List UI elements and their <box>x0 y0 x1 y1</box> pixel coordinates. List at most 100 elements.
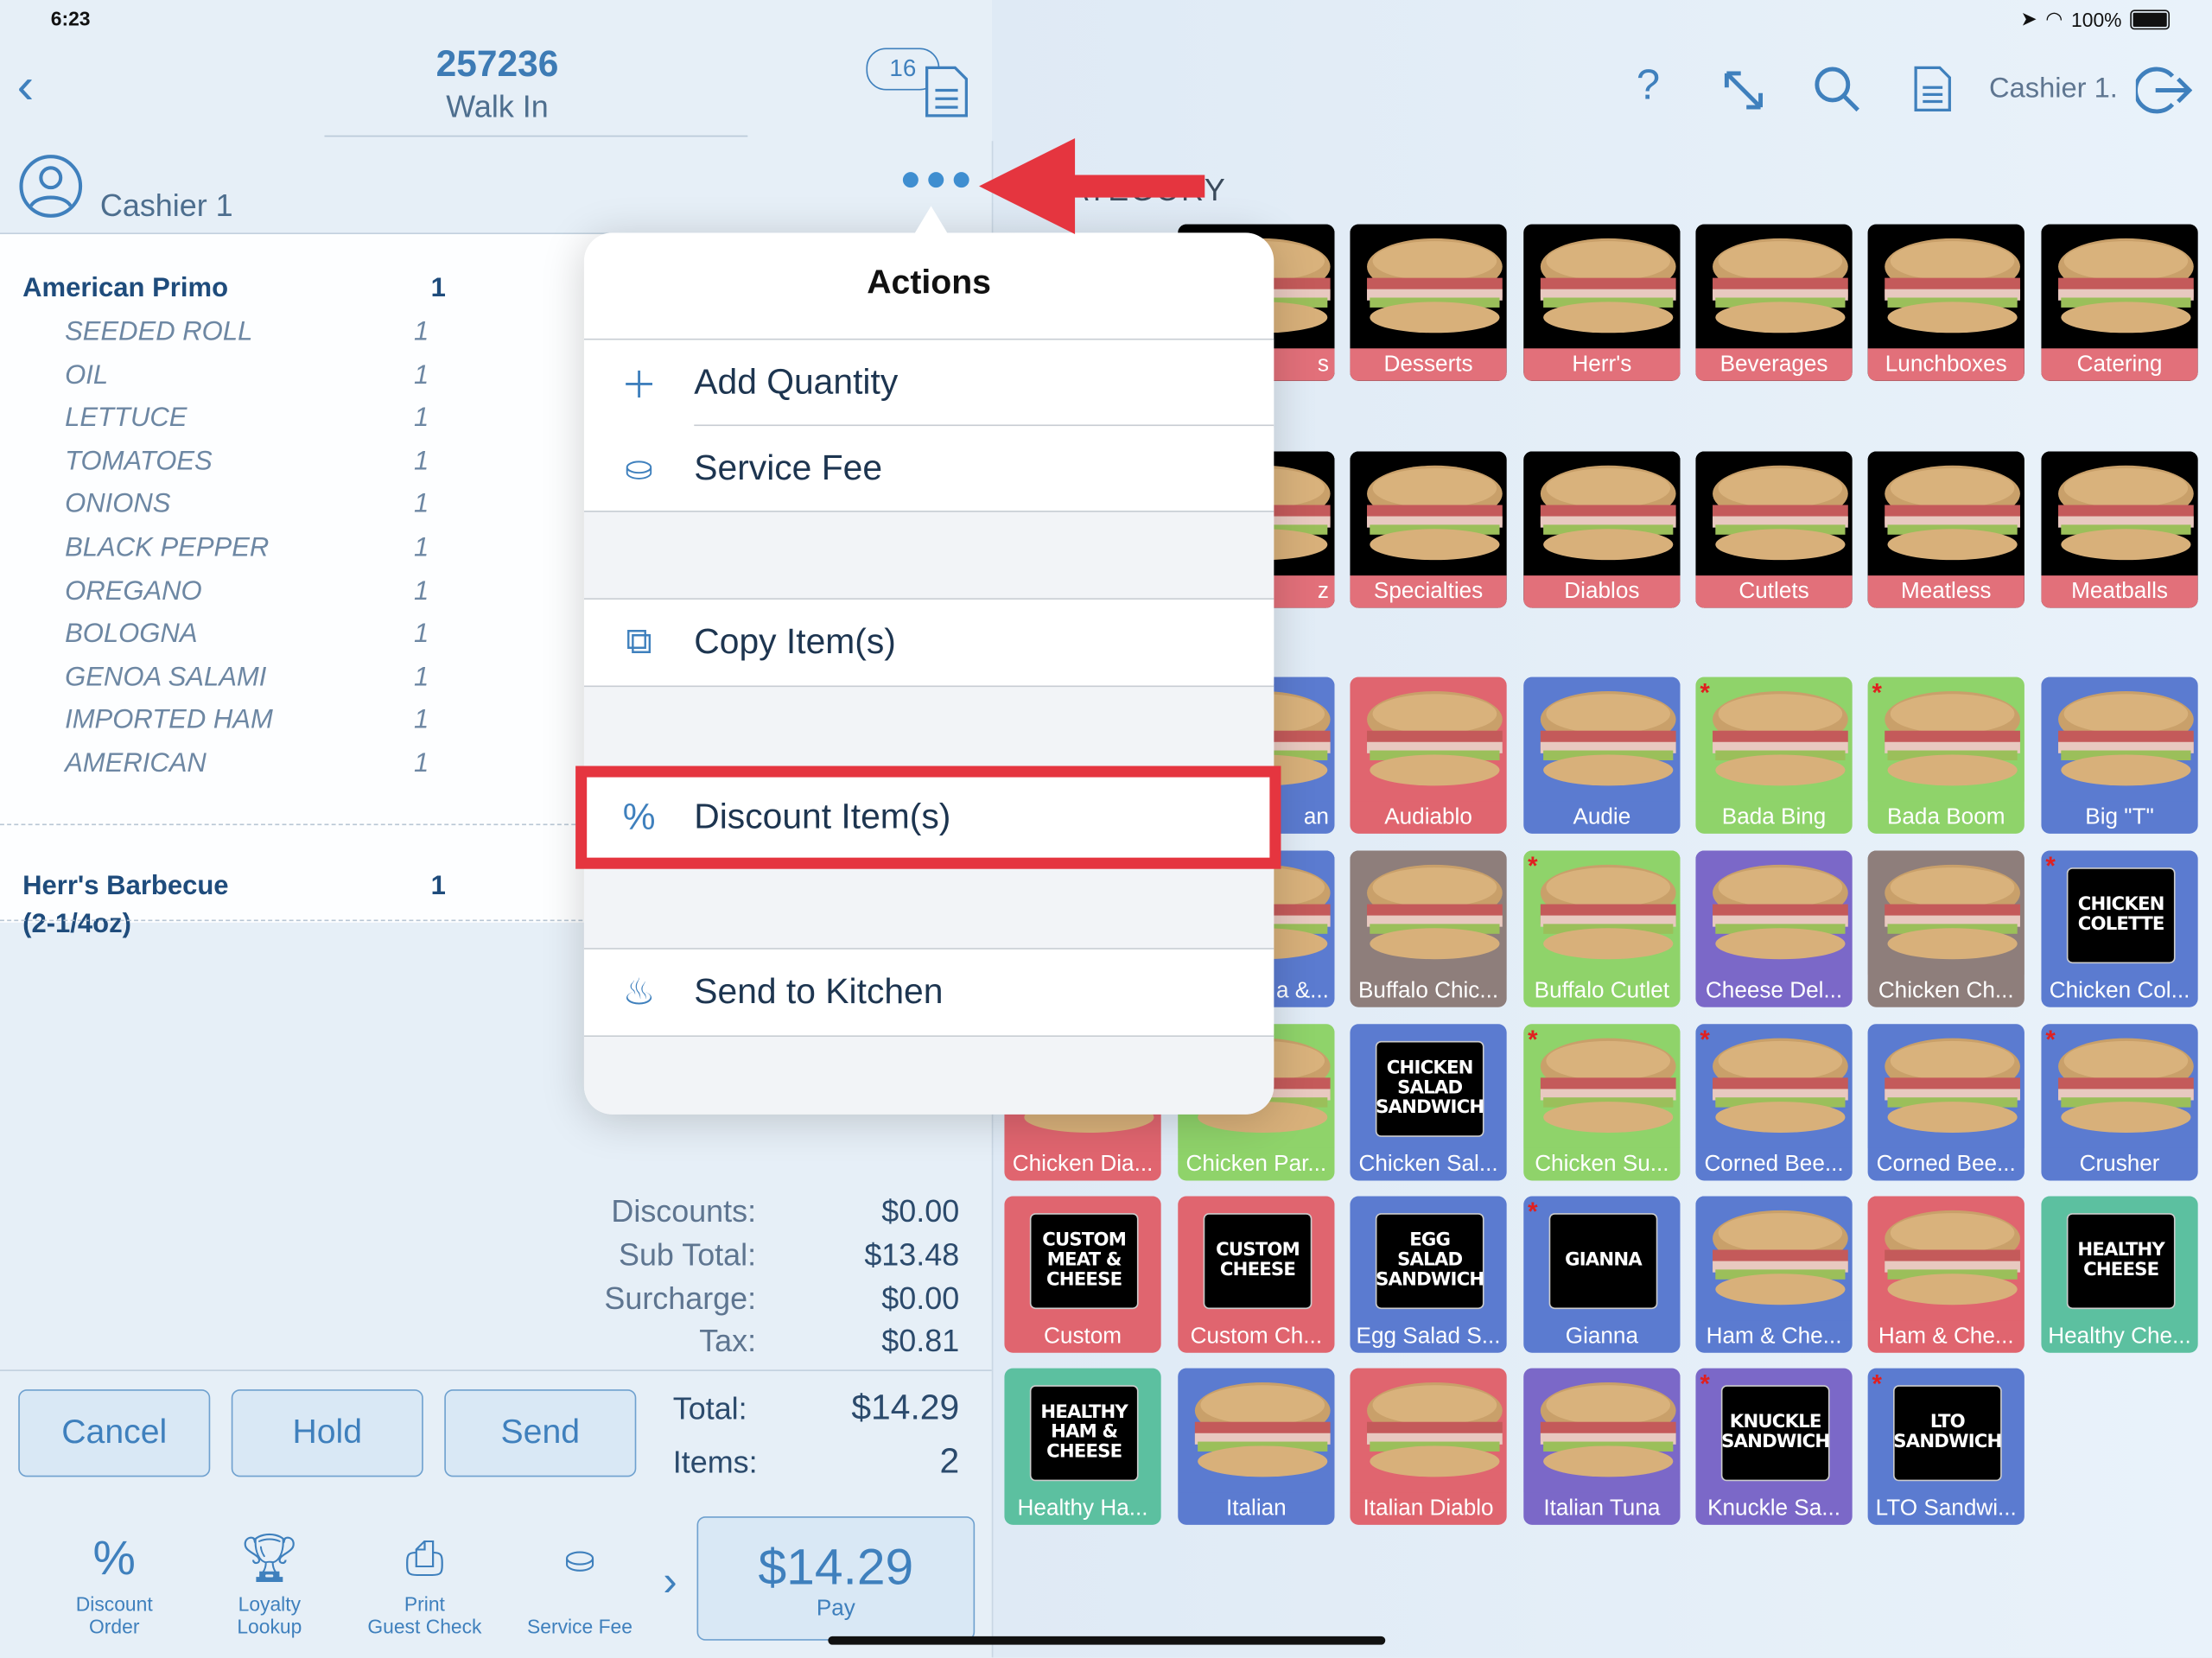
order-modifier[interactable]: BLACK PEPPER 1 <box>65 533 429 564</box>
service-fee-button[interactable]: ⛀ Service Fee <box>509 1530 650 1638</box>
modifier-name: SEEDED ROLL <box>65 317 253 347</box>
menu-item-tile[interactable]: CHICKEN COLETTE * Chicken Col... <box>2041 850 2198 1007</box>
coins-hand-icon: ⛀ <box>625 448 653 488</box>
menu-item-tile[interactable]: EGG SALAD SANDWICH Egg Salad S... <box>1350 1196 1507 1353</box>
loyalty-lookup-button[interactable]: 🏆︎ Loyalty Lookup <box>199 1530 340 1637</box>
menu-item-tile[interactable]: * Corned Bee... <box>1695 1024 1853 1181</box>
order-item-name: Herr's Barbecue <box>22 871 229 901</box>
print-guest-check-button[interactable]: ⎙ Print Guest Check <box>354 1530 495 1637</box>
menu-item-tile[interactable]: Ham & Che... <box>1695 1196 1853 1353</box>
item-logo: KNUCKLE SANDWICH <box>1720 1385 1830 1482</box>
action-copy-items[interactable]: ⧉ Copy Item(s) <box>583 599 1274 684</box>
menu-item-label: Egg Salad S... <box>1356 1324 1501 1349</box>
cancel-button[interactable]: Cancel <box>18 1389 211 1477</box>
cashier-label[interactable]: Cashier 1. <box>1989 73 2118 106</box>
back-chevron-icon[interactable]: ‹ <box>17 56 35 116</box>
item-logo: CHICKEN COLETTE <box>2066 867 2176 964</box>
modifier-qty: 1 <box>414 447 429 477</box>
category-label: Diablos <box>1523 575 1681 608</box>
category-tile[interactable]: Specialties <box>1350 451 1507 608</box>
section-gap <box>583 687 1274 773</box>
send-button[interactable]: Send <box>444 1389 637 1477</box>
order-modifier[interactable]: IMPORTED HAM 1 <box>65 706 429 737</box>
menu-item-tile[interactable]: * Chicken Su... <box>1523 1024 1681 1181</box>
order-item[interactable]: Herr's Barbecue 1 <box>22 871 446 902</box>
menu-item-tile[interactable]: Audie <box>1523 677 1681 834</box>
category-tile[interactable]: Lunchboxes <box>1867 224 2024 381</box>
sandwich-image <box>1867 224 2024 349</box>
menu-item-tile[interactable]: GIANNA * Gianna <box>1523 1196 1681 1353</box>
menu-item-tile[interactable]: * Buffalo Cutlet <box>1523 850 1681 1007</box>
more-actions-button[interactable] <box>902 172 969 188</box>
menu-item-tile[interactable]: Corned Bee... <box>1867 1024 2024 1181</box>
menu-item-tile[interactable]: CUSTOM MEAT & CHEESE Custom <box>1004 1196 1161 1353</box>
order-modifier[interactable]: BOLOGNA 1 <box>65 619 429 651</box>
category-tile[interactable]: Diablos <box>1523 451 1681 608</box>
menu-item-tile[interactable]: HEALTHY CHEESE Healthy Che... <box>2041 1196 2198 1353</box>
order-modifier[interactable]: TOMATOES 1 <box>65 447 429 478</box>
sandwich-image <box>1350 850 1507 975</box>
category-tile[interactable]: Herr's <box>1523 224 1681 381</box>
menu-item-tile[interactable]: HEALTHY HAM & CHEESE Healthy Ha... <box>1004 1368 1161 1525</box>
menu-item-tile[interactable]: Chicken Ch... <box>1867 850 2024 1007</box>
menu-item-tile[interactable]: LTO SANDWICH * LTO Sandwi... <box>1867 1368 2024 1525</box>
menu-item-tile[interactable]: KNUCKLE SANDWICH * Knuckle Sa... <box>1695 1368 1853 1525</box>
sandwich-image <box>1350 224 1507 349</box>
menu-item-tile[interactable]: Italian Tuna <box>1523 1368 1681 1525</box>
category-tile[interactable]: Catering <box>2041 224 2198 381</box>
expand-icon[interactable] <box>1721 67 1766 112</box>
help-icon[interactable]: ? <box>1637 62 1660 111</box>
menu-item-tile[interactable]: Cheese Del... <box>1695 850 1853 1007</box>
order-modifier[interactable]: ONIONS 1 <box>65 490 429 521</box>
sandwich-image <box>2041 677 2198 802</box>
discount-order-button[interactable]: % Discount Order <box>44 1530 185 1637</box>
action-add-quantity[interactable]: ＋ Add Quantity <box>583 340 1274 425</box>
toolbar-next-chevron-icon[interactable]: › <box>663 1559 677 1607</box>
hold-button[interactable]: Hold <box>231 1389 423 1477</box>
modifier-name: IMPORTED HAM <box>65 705 273 736</box>
menu-item-tile[interactable]: CUSTOM CHEESE Custom Ch... <box>1178 1196 1335 1353</box>
category-tile[interactable]: Meatless <box>1867 451 2024 608</box>
category-tile[interactable]: Beverages <box>1695 224 1853 381</box>
action-label: Copy Item(s) <box>694 621 896 661</box>
action-send-to-kitchen[interactable]: ♨ Send to Kitchen <box>583 949 1274 1034</box>
action-service-fee[interactable]: ⛀ Service Fee <box>583 426 1274 511</box>
menu-item-tile[interactable]: * Bada Boom <box>1867 677 2024 834</box>
menu-item-tile[interactable]: * Bada Bing <box>1695 677 1853 834</box>
divider <box>0 1369 992 1371</box>
order-modifier[interactable]: SEEDED ROLL 1 <box>65 317 429 348</box>
order-modifier[interactable]: GENOA SALAMI 1 <box>65 663 429 694</box>
category-tile[interactable]: Meatballs <box>2041 451 2198 608</box>
order-modifier[interactable]: OREGANO 1 <box>65 576 429 607</box>
menu-item-tile[interactable]: Ham & Che... <box>1867 1196 2024 1353</box>
menu-item-tile[interactable]: Audiablo <box>1350 677 1507 834</box>
sandwich-image <box>1695 1024 1853 1148</box>
order-modifier[interactable]: OIL 1 <box>65 360 429 391</box>
logout-icon[interactable] <box>2135 65 2193 116</box>
category-tile[interactable]: Desserts <box>1350 224 1507 381</box>
pay-button[interactable]: $14.29 Pay <box>696 1516 976 1641</box>
document-icon[interactable] <box>1911 65 1954 113</box>
search-icon[interactable] <box>1813 65 1861 113</box>
order-modifier[interactable]: AMERICAN 1 <box>65 749 429 780</box>
required-asterisk-icon: * <box>1700 678 1710 707</box>
menu-item-tile[interactable]: * Crusher <box>2041 1024 2198 1181</box>
menu-item-label: Chicken Dia... <box>1012 1152 1154 1177</box>
menu-item-label: Chicken Sal... <box>1358 1152 1498 1177</box>
order-item-name: American Primo <box>22 273 229 304</box>
menu-item-tile[interactable]: Big "T" <box>2041 677 2198 834</box>
menu-item-tile[interactable]: Italian Diablo <box>1350 1368 1507 1525</box>
menu-item-tile[interactable]: Italian <box>1178 1368 1335 1525</box>
sandwich-image <box>1695 850 1853 975</box>
order-type[interactable]: Walk In <box>366 89 627 125</box>
section-gap <box>583 1036 1274 1115</box>
menu-item-label: Chicken Su... <box>1535 1152 1669 1177</box>
category-label: Meatballs <box>2041 575 2198 608</box>
order-item[interactable]: American Primo 1 <box>22 274 446 305</box>
menu-item-tile[interactable]: Buffalo Chic... <box>1350 850 1507 1007</box>
receipt-icon[interactable] <box>923 65 971 118</box>
item-logo: CUSTOM MEAT & CHEESE <box>1029 1213 1139 1310</box>
menu-item-tile[interactable]: CHICKEN SALAD SANDWICH Chicken Sal... <box>1350 1024 1507 1181</box>
category-tile[interactable]: Cutlets <box>1695 451 1853 608</box>
order-modifier[interactable]: LETTUCE 1 <box>65 403 429 435</box>
